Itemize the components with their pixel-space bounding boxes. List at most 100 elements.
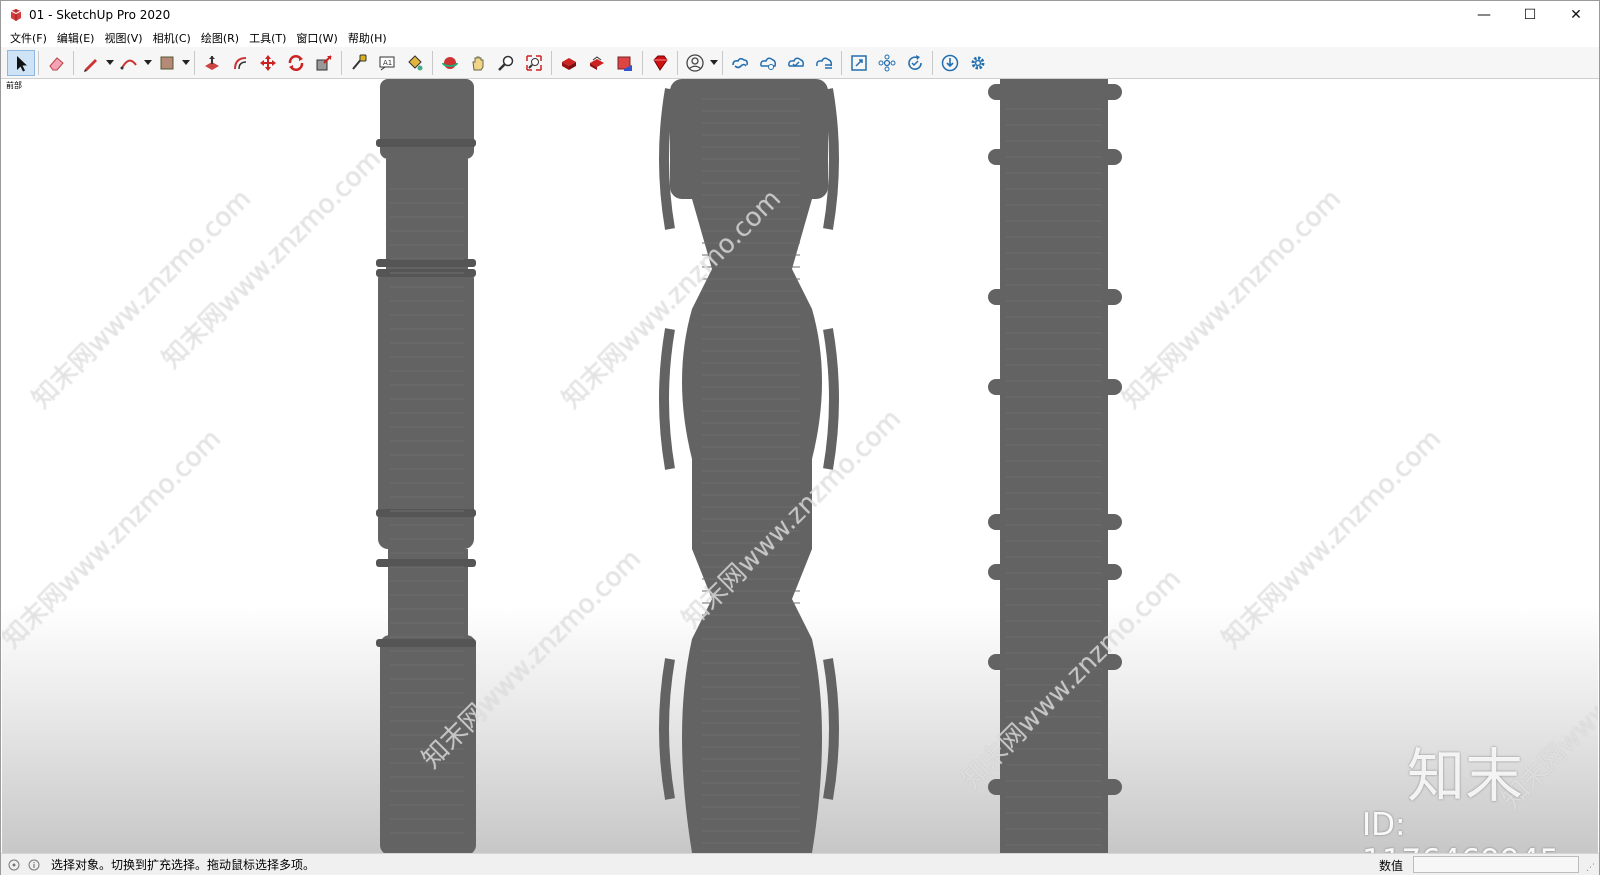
- settings-gear-button[interactable]: [964, 50, 992, 76]
- arc-tool-button[interactable]: [115, 50, 143, 76]
- dropdown-arrow-icon[interactable]: [143, 50, 153, 76]
- cloud-search-button[interactable]: [754, 50, 782, 76]
- warehouse-icon: [562, 57, 576, 70]
- text-tool-button[interactable]: A1: [373, 50, 401, 76]
- move-tool-icon: [260, 54, 276, 71]
- cloud-list-button[interactable]: [810, 50, 838, 76]
- tape-measure-tool-button[interactable]: [345, 50, 373, 76]
- menu-tools[interactable]: 工具(T): [244, 30, 291, 46]
- middle-column-top: [670, 79, 828, 199]
- zoom-tool-button[interactable]: [492, 50, 520, 76]
- warehouse-button[interactable]: [555, 50, 583, 76]
- rotate-tool-button[interactable]: [282, 50, 310, 76]
- push-pull-tool-button[interactable]: [198, 50, 226, 76]
- right-column-ring: [988, 564, 1122, 580]
- left-column-ring: [376, 139, 476, 147]
- cloud-list-icon: [816, 57, 832, 69]
- pan-tool-button[interactable]: [464, 50, 492, 76]
- toolbar-separator: [677, 50, 678, 75]
- right-column-ring: [988, 84, 1122, 100]
- svg-text:A1: A1: [383, 59, 392, 67]
- refresh-check-button[interactable]: [901, 50, 929, 76]
- text-tool-icon: A1: [379, 56, 395, 70]
- download-icon: [941, 54, 959, 71]
- push-pull-tool-icon: [205, 55, 219, 70]
- pan-tool-icon: [472, 56, 484, 70]
- orbit-tool-icon: [442, 56, 458, 69]
- select-tool-button[interactable]: [7, 49, 35, 76]
- minimize-button[interactable]: —: [1461, 1, 1507, 29]
- menu-camera[interactable]: 相机(C): [148, 30, 196, 46]
- profile-account-icon: [686, 53, 704, 72]
- geo-location-icon[interactable]: [7, 858, 21, 872]
- toolbar-separator: [38, 50, 39, 75]
- window-controls: — ☐ ✕: [1461, 1, 1599, 29]
- dropdown-arrow-icon[interactable]: [105, 50, 115, 76]
- components-network-button[interactable]: [873, 50, 901, 76]
- scene-tab-label[interactable]: 前部: [6, 80, 22, 91]
- sketchup-window: 01 - SketchUp Pro 2020 — ☐ ✕ 文件(F) 编辑(E)…: [0, 0, 1600, 875]
- measurements-label: 数值: [1379, 859, 1404, 873]
- scale-tool-icon: [316, 54, 332, 70]
- middle-column-left-bracket: [659, 88, 675, 230]
- close-button[interactable]: ✕: [1553, 1, 1599, 29]
- dropdown-arrow-icon[interactable]: [709, 50, 719, 76]
- left-column-body: [378, 269, 474, 549]
- extension-warehouse-icon: [617, 56, 632, 71]
- menu-view[interactable]: 视图(V): [99, 30, 147, 46]
- menu-window[interactable]: 窗口(W): [291, 30, 342, 46]
- menu-file[interactable]: 文件(F): [5, 30, 52, 46]
- zoom-extents-tool-icon: [526, 54, 542, 71]
- components-network-icon: [878, 54, 896, 71]
- offset-tool-button[interactable]: [226, 50, 254, 76]
- left-column-ring: [376, 509, 476, 517]
- pencil-line-tool-button[interactable]: [77, 50, 105, 76]
- select-tool-icon: [17, 55, 27, 71]
- measurements-input[interactable]: [1413, 856, 1579, 873]
- scale-tool-button[interactable]: [310, 50, 338, 76]
- menu-draw[interactable]: 绘图(R): [196, 30, 244, 46]
- status-bar: 选择对象。切换到扩充选择。拖动鼠标选择多项。 数值 ⋰: [1, 853, 1599, 875]
- eraser-tool-button[interactable]: [42, 50, 70, 76]
- modeling-viewport[interactable]: 前部 知末网www.znzmo.com 知末网www.znzmo.com 知末网ww…: [2, 79, 1598, 853]
- move-tool-button[interactable]: [254, 50, 282, 76]
- menu-help[interactable]: 帮助(H): [343, 30, 392, 46]
- orbit-tool-button[interactable]: [436, 50, 464, 76]
- download-button[interactable]: [936, 50, 964, 76]
- id-watermark: ID: 1176469945: [1362, 807, 1559, 853]
- cloud-check-icon: [788, 57, 804, 67]
- left-column-ring: [376, 559, 476, 567]
- left-column-ring: [376, 639, 476, 647]
- toolbar-separator: [841, 50, 842, 75]
- share-model-button[interactable]: [583, 50, 611, 76]
- middle-column-right-bracket: [823, 88, 839, 230]
- extension-warehouse-button[interactable]: [611, 50, 639, 76]
- menu-edit[interactable]: 编辑(E): [52, 30, 100, 46]
- right-column-ring: [988, 289, 1122, 305]
- profile-account-button[interactable]: [681, 50, 709, 76]
- cloud-check-button[interactable]: [782, 50, 810, 76]
- toolbar-separator: [932, 50, 933, 75]
- offset-tool-icon: [234, 56, 247, 69]
- rectangle-tool-button[interactable]: [153, 50, 181, 76]
- paint-bucket-tool-icon: [408, 54, 423, 70]
- cloud-search-icon: [760, 57, 776, 70]
- zoom-tool-icon: [498, 55, 514, 71]
- paint-bucket-tool-button[interactable]: [401, 50, 429, 76]
- right-column-ring: [988, 514, 1122, 530]
- cloud-link-button[interactable]: [726, 50, 754, 76]
- ruby-extension-icon: [653, 55, 668, 71]
- main-toolbar: A1: [1, 47, 1599, 79]
- expand-view-button[interactable]: [845, 50, 873, 76]
- tape-measure-tool-icon: [352, 54, 367, 70]
- title-bar: 01 - SketchUp Pro 2020 — ☐ ✕: [1, 1, 1599, 29]
- zoom-extents-tool-button[interactable]: [520, 50, 548, 76]
- resize-grip-icon[interactable]: ⋰: [1586, 863, 1595, 873]
- toolbar-separator: [432, 50, 433, 75]
- toolbar-separator: [642, 50, 643, 75]
- ruby-extension-button[interactable]: [646, 50, 674, 76]
- dropdown-arrow-icon[interactable]: [181, 50, 191, 76]
- info-icon[interactable]: [27, 858, 41, 872]
- maximize-button[interactable]: ☐: [1507, 1, 1553, 29]
- middle-column-left-bracket: [659, 658, 675, 800]
